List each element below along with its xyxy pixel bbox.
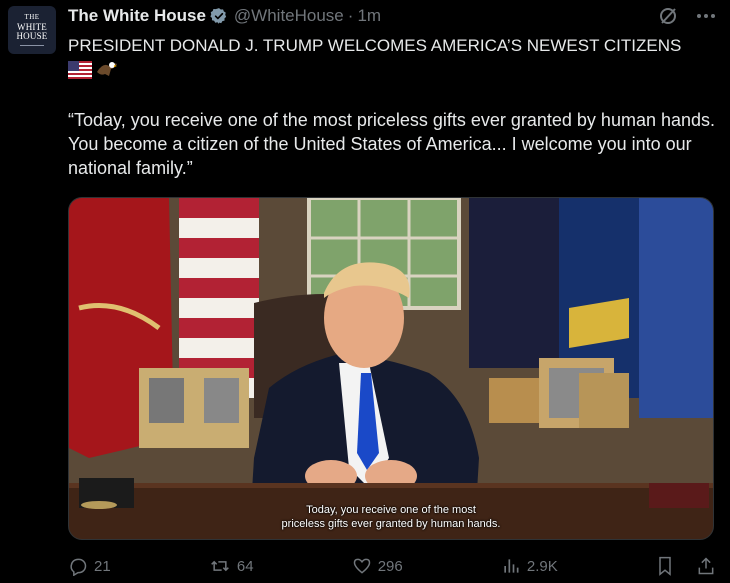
video-frame [69, 198, 713, 539]
repost-button[interactable]: 64 [209, 556, 254, 576]
views-count: 2.9K [526, 557, 558, 575]
views-icon [504, 559, 519, 573]
reply-count: 21 [94, 557, 111, 575]
post-headline: PRESIDENT DONALD J. TRUMP WELCOMES AMERI… [68, 36, 682, 55]
caption-line-1: Today, you receive one of the most [306, 504, 476, 516]
avatar-text-line2: HOUSE [16, 31, 48, 41]
bookmark-icon[interactable] [656, 556, 674, 576]
post-header: The White House @WhiteHouse · 1m [68, 4, 381, 28]
grok-icon[interactable] [658, 6, 678, 26]
repost-icon [210, 560, 229, 572]
us-flag-icon [68, 61, 92, 79]
reply-button[interactable]: 21 [68, 556, 111, 576]
separator-dot: · [347, 6, 354, 25]
avatar-divider [20, 45, 44, 46]
post-quote: “Today, you receive one of the most pric… [68, 110, 716, 178]
post-time[interactable]: 1m [357, 6, 381, 26]
reply-icon [70, 558, 87, 576]
views-button[interactable]: 2.9K [501, 556, 558, 576]
account-handle[interactable]: @WhiteHouse [234, 6, 344, 26]
like-count: 296 [377, 557, 403, 575]
eagle-icon [97, 62, 117, 76]
verified-badge-icon[interactable] [210, 7, 228, 25]
repost-count: 64 [236, 557, 254, 575]
post-emojis [68, 60, 119, 80]
avatar[interactable]: THE WHITE HOUSE [8, 6, 56, 54]
share-icon[interactable] [696, 556, 716, 576]
account-name[interactable]: The White House [68, 6, 206, 26]
caption-line-2: priceless gifts ever granted by human ha… [281, 518, 501, 530]
video-caption: Today, you receive one of the most price… [69, 503, 713, 531]
top-right-controls [658, 6, 716, 26]
avatar-text-top: THE [24, 13, 40, 21]
like-icon [353, 558, 370, 574]
video-player[interactable]: Today, you receive one of the most price… [68, 197, 714, 540]
more-icon[interactable] [696, 6, 716, 26]
post-actions: 21 64 296 2.9K [68, 556, 716, 576]
right-actions [656, 556, 716, 576]
like-button[interactable]: 296 [352, 556, 403, 576]
